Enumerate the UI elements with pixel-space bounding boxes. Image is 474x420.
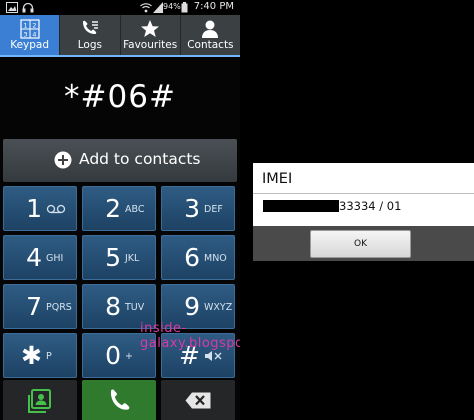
svg-text:4: 4: [32, 31, 36, 39]
voicemail-icon: [46, 204, 66, 214]
key-5[interactable]: 5 JKL: [82, 235, 156, 280]
imei-dialog: IMEI 33334 / 01 OK: [253, 163, 474, 261]
key-digit: 1: [26, 194, 42, 223]
contact-card-button[interactable]: [3, 380, 77, 420]
battery-icon: [181, 2, 188, 13]
status-time: 7:40 PM: [193, 1, 234, 12]
key-digit: 4: [26, 243, 42, 272]
key-digit: 9: [184, 292, 200, 321]
key-letters: GHI: [46, 253, 64, 264]
signal-icon: [153, 2, 163, 13]
plus-circle-icon: [54, 151, 72, 169]
ok-button[interactable]: OK: [310, 230, 411, 258]
key-6[interactable]: 6 MNO: [161, 235, 235, 280]
key-1[interactable]: 1: [3, 186, 77, 231]
key-letters: WXYZ: [204, 302, 233, 313]
backspace-button[interactable]: [161, 380, 235, 420]
key-7[interactable]: 7 PQRS: [3, 284, 77, 329]
key-digit: 7: [26, 292, 42, 321]
tab-label: Logs: [77, 39, 102, 51]
imei-redaction-bar: [263, 200, 339, 212]
svg-text:2: 2: [32, 22, 36, 30]
star-icon: [141, 20, 160, 37]
backspace-icon: [185, 392, 211, 409]
key-letters: JKL: [125, 253, 140, 264]
key-digit: 0: [105, 341, 121, 370]
wifi-icon: [140, 3, 152, 13]
svg-text:3: 3: [23, 31, 27, 39]
dialog-footer: OK: [253, 226, 474, 261]
dialer-screen: 94% 7:40 PM 1 2 3 4 Keypad Logs Favourit…: [0, 0, 240, 420]
key-letters: P: [46, 351, 52, 362]
key-letters: PQRS: [46, 302, 72, 313]
watermark-text: inside-galaxy.blogspot.com: [140, 321, 240, 351]
imei-value: 33334 / 01: [339, 199, 402, 213]
key-digit: 3: [184, 194, 200, 223]
dialog-title: IMEI: [262, 171, 293, 187]
add-to-contacts-button[interactable]: Add to contacts: [3, 139, 237, 182]
key-4[interactable]: 4 GHI: [3, 235, 77, 280]
tab-favourites[interactable]: Favourites: [121, 15, 181, 55]
key-2[interactable]: 2 ABC: [82, 186, 156, 231]
key-3[interactable]: 3 DEF: [161, 186, 235, 231]
key-star[interactable]: ✱ P: [3, 333, 77, 378]
add-to-contacts-label: Add to contacts: [79, 150, 201, 168]
tab-contacts[interactable]: Contacts: [181, 15, 240, 55]
key-digit: 5: [105, 243, 121, 272]
call-log-icon: [82, 20, 98, 34]
tab-bar: 1 2 3 4 Keypad Logs Favourites Contacts: [0, 15, 240, 57]
key-digit: ✱: [21, 341, 42, 370]
tab-label: Favourites: [123, 39, 178, 51]
phone-icon: [110, 389, 130, 410]
key-letters: MNO: [204, 253, 227, 264]
person-icon: [202, 20, 219, 38]
key-letters: DEF: [204, 204, 223, 215]
headphones-icon: [22, 2, 34, 13]
status-bar: 94% 7:40 PM: [0, 0, 240, 15]
tab-label: Keypad: [10, 39, 50, 51]
key-letters: TUV: [125, 302, 145, 313]
dial-display[interactable]: *#06#: [0, 59, 240, 137]
key-digit: 2: [105, 194, 121, 223]
mute-icon: [205, 351, 222, 361]
dialed-number: *#06#: [64, 79, 176, 115]
key-digit: 6: [184, 243, 200, 272]
key-digit: 8: [105, 292, 121, 321]
dialog-divider: [253, 193, 474, 194]
keypad-grid-icon: 1 2 3 4: [20, 19, 40, 39]
key-letters: ABC: [125, 204, 145, 215]
image-icon: [6, 2, 18, 13]
tab-keypad[interactable]: 1 2 3 4 Keypad: [0, 15, 61, 55]
tab-label: Contacts: [187, 39, 234, 51]
svg-text:1: 1: [23, 22, 27, 30]
key-letters: +: [125, 351, 133, 362]
call-button[interactable]: [82, 380, 156, 420]
tab-logs[interactable]: Logs: [60, 15, 121, 55]
contact-card-icon: [28, 389, 51, 413]
battery-percent: 94%: [163, 2, 181, 11]
